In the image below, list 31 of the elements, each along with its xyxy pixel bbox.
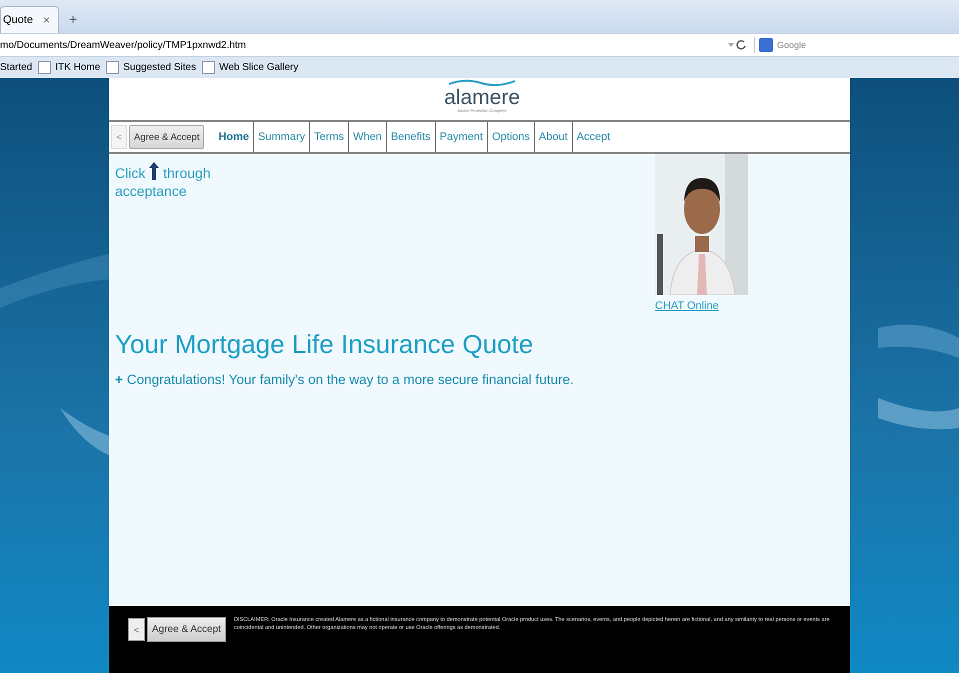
address-field[interactable]: mo/Documents/DreamWeaver/policy/TMP1pxnwd2.htm — [0, 40, 726, 50]
page-title: Your Mortgage Life Insurance Quote — [115, 329, 534, 360]
favorite-link[interactable]: Suggested Sites — [106, 61, 196, 74]
back-button[interactable]: < — [128, 618, 145, 641]
favorite-link[interactable]: Started — [0, 62, 32, 73]
chat-link[interactable]: CHAT Online — [655, 300, 748, 312]
search-field[interactable]: Google — [754, 37, 959, 53]
back-button[interactable]: < — [111, 125, 127, 149]
nav-tab[interactable]: About — [534, 122, 572, 152]
message-text: Congratulations! Your family's on the way to a more secure financial future. — [126, 372, 574, 387]
reload-icon[interactable] — [726, 39, 748, 51]
nav-tab[interactable]: Summary — [253, 122, 310, 152]
close-icon[interactable]: × — [42, 13, 50, 27]
nav-tab[interactable]: Options — [486, 122, 534, 152]
nav-tab[interactable]: When — [348, 122, 386, 152]
favorite-link[interactable]: ITK Home — [38, 61, 100, 74]
plus-icon: + — [115, 372, 123, 387]
browser-tab[interactable]: Quote × — [0, 6, 59, 33]
annotation-text: through — [163, 165, 211, 181]
annotation-text: Click — [115, 165, 146, 181]
nav-tab[interactable]: Accept — [572, 122, 614, 152]
nav-tab[interactable]: Payment — [434, 122, 487, 152]
new-tab-button[interactable]: + — [62, 11, 84, 33]
nav-tab[interactable]: Terms — [309, 122, 348, 152]
annotation-text: acceptance — [115, 183, 187, 199]
arrow-icon — [149, 162, 160, 180]
agree-button[interactable]: Agree & Accept — [147, 617, 226, 642]
nav-tab[interactable]: Home — [214, 122, 254, 152]
nav-tab[interactable]: Benefits — [386, 122, 435, 152]
favorite-link[interactable]: Web Slice Gallery — [202, 61, 298, 74]
agree-button[interactable]: Agree & Accept — [129, 125, 204, 149]
